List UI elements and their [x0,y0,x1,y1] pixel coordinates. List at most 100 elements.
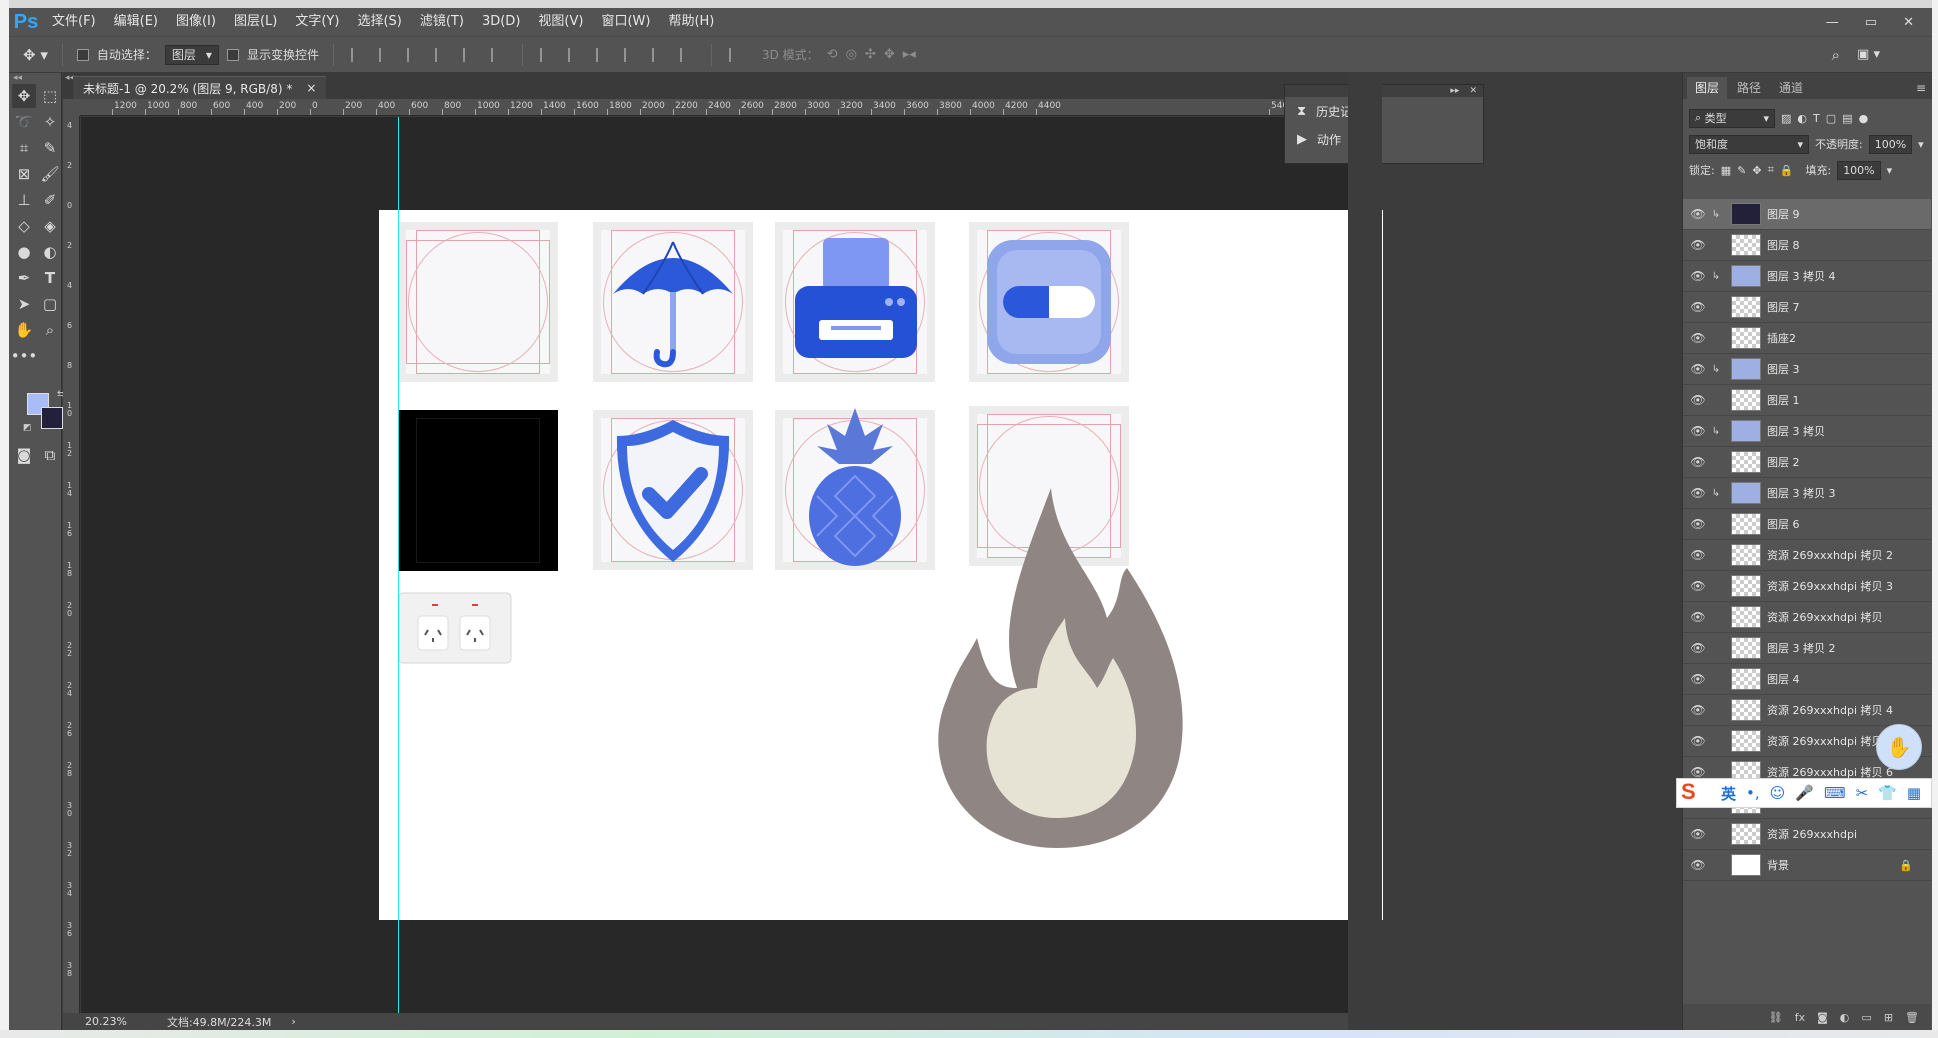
menu-item[interactable]: 帮助(H) [659,8,723,36]
layer-thumbnail[interactable] [1731,358,1761,380]
layer-name[interactable]: 背景 [1767,857,1789,873]
layer-name[interactable]: 图层 3 拷贝 4 [1767,268,1836,284]
layer-name[interactable]: 图层 1 [1767,392,1800,408]
eye-icon[interactable]: 👁 [1687,858,1709,872]
layer-name[interactable]: 资源 269xxxhdpi 拷贝 3 [1767,578,1893,594]
auto-select-checkbox[interactable] [76,48,89,61]
blend-mode-dropdown[interactable]: 饱和度 ▾ [1689,134,1809,154]
filter-smart-icon[interactable]: ▤ [1842,112,1852,125]
quick-mask-icon[interactable]: ◙ [12,443,36,467]
layer-thumbnail[interactable] [1731,699,1761,721]
move-tool-icon[interactable]: ✥ ▾ [23,46,48,64]
eye-icon[interactable]: 👁 [1687,424,1709,438]
status-menu-arrow[interactable]: › [291,1015,295,1028]
layer-row[interactable]: 👁 资源 269xxxhdpi 拷贝 [1683,602,1931,633]
layer-thumbnail[interactable] [1731,513,1761,535]
distribute-hcenter-icon[interactable] [651,47,666,62]
black-layer-tile[interactable] [398,410,558,571]
eye-icon[interactable]: 👁 [1687,827,1709,841]
document-tab[interactable]: 未标题-1 @ 20.2% (图层 9, RGB/8) * × [73,76,327,99]
distribute-left-icon[interactable] [623,47,638,62]
layer-name[interactable]: 图层 3 拷贝 [1767,423,1825,439]
lock-all-icon[interactable]: 🔒 [1780,164,1794,177]
marquee-tool-icon[interactable]: ⬚ [38,84,62,108]
layer-row[interactable]: 👁 资源 269xxxhdpi 拷贝 2 [1683,540,1931,571]
lock-paint-icon[interactable]: ✎ [1737,164,1746,177]
layer-thumbnail[interactable] [1731,668,1761,690]
layer-name[interactable]: 资源 269xxxhdpi 拷贝 4 [1767,702,1893,718]
layer-name[interactable]: 图层 8 [1767,237,1800,253]
layer-row[interactable]: 👁 背景 🔒 [1683,850,1931,881]
assistant-float-button[interactable]: ✋ [1876,724,1922,770]
opacity-input[interactable]: 100% [1868,134,1913,154]
restore-button[interactable]: ▭ [1865,15,1877,30]
layer-name[interactable]: 图层 2 [1767,454,1800,470]
eye-icon[interactable]: 👁 [1687,300,1709,314]
fx-icon[interactable]: fx [1795,1011,1805,1024]
3d-slide-icon[interactable]: ✥ [884,47,895,62]
align-top-icon[interactable] [350,47,365,62]
lock-artboard-icon[interactable]: ⌗ [1768,163,1774,177]
distribute-vcenter-icon[interactable] [567,47,582,62]
icon-tile-pineapple[interactable] [775,408,935,570]
zoom-tool-icon[interactable]: ⌕ [38,318,62,342]
eye-icon[interactable]: 👁 [1687,517,1709,531]
fire-image[interactable] [927,488,1187,852]
more-tools-icon[interactable]: ••• [11,344,38,368]
screen-mode-icon[interactable]: ⧉ [38,443,62,467]
stamp-tool-icon[interactable]: ⊥ [12,188,36,212]
filter-toggle-icon[interactable]: ● [1859,112,1869,125]
layer-row[interactable]: 👁 图层 3 拷贝 2 [1683,633,1931,664]
eye-icon[interactable]: 👁 [1687,238,1709,252]
ime-language[interactable]: 英 [1721,783,1736,804]
auto-align-icon[interactable] [728,47,743,62]
type-tool-icon[interactable]: T [38,266,62,290]
eye-icon[interactable]: 👁 [1687,548,1709,562]
chevron-down-icon[interactable]: ▾ [1887,164,1893,177]
icon-tile-shield[interactable] [593,410,753,570]
tab-layers[interactable]: 图层 [1687,77,1728,99]
close-tab-icon[interactable]: × [306,81,316,95]
new-layer-icon[interactable]: ⊞ [1884,1011,1893,1024]
hand-tool-icon[interactable]: ✋ [12,318,36,342]
vertical-ruler[interactable]: 4 2 0 2 4 6 8 1 0 1 2 1 4 1 6 1 8 2 0 2 2 2 4 2 6 2 8 3 0… [63,116,80,1021]
layer-name[interactable]: 图层 3 [1767,361,1800,377]
align-hcenter-icon[interactable] [462,47,477,62]
3d-orbit-icon[interactable]: ⟲ [827,47,838,62]
path-select-tool-icon[interactable]: ➤ [12,292,36,316]
eye-icon[interactable]: 👁 [1687,765,1709,779]
icon-tile-printer[interactable] [775,222,935,382]
eye-icon[interactable]: 👁 [1687,393,1709,407]
layer-row[interactable]: 👁 资源 269xxxhdpi 拷贝 4 [1683,695,1931,726]
power-socket-image[interactable] [398,592,512,664]
align-bottom-icon[interactable] [406,47,421,62]
lock-position-icon[interactable]: ✥ [1752,164,1761,177]
expand-panel-icon[interactable]: ▸▸ [1450,85,1459,97]
show-transform-checkbox[interactable] [226,48,239,61]
eye-icon[interactable]: 👁 [1687,486,1709,500]
3d-scale-icon[interactable]: ▸◂ [903,47,916,62]
layer-row[interactable]: 👁 ↳ 图层 3 拷贝 3 [1683,478,1931,509]
layer-row[interactable]: 👁 资源 269xxxhdpi [1683,819,1931,850]
layer-thumbnail[interactable] [1731,203,1761,225]
layer-row[interactable]: 👁 ↳ 图层 3 [1683,354,1931,385]
layer-name[interactable]: 图层 3 拷贝 3 [1767,485,1836,501]
search-icon[interactable]: ⌕ [1832,46,1840,64]
layer-thumbnail[interactable] [1731,420,1761,442]
menu-item[interactable]: 文字(Y) [286,8,348,36]
adjustment-icon[interactable]: ◐ [1840,1011,1850,1024]
frame-tool-icon[interactable]: ⊠ [12,162,36,186]
eye-icon[interactable]: 👁 [1687,269,1709,283]
layer-row[interactable]: 👁 ↳ 图层 3 拷贝 [1683,416,1931,447]
layer-thumbnail[interactable] [1731,296,1761,318]
layer-thumbnail[interactable] [1731,730,1761,752]
layer-name[interactable]: 图层 4 [1767,671,1800,687]
eye-icon[interactable]: 👁 [1687,331,1709,345]
menu-item[interactable]: 视图(V) [529,8,592,36]
eye-icon[interactable]: 👁 [1687,610,1709,624]
eye-icon[interactable]: 👁 [1687,455,1709,469]
layer-name[interactable]: 资源 269xxxhdpi 拷贝 [1767,733,1883,749]
layer-thumbnail[interactable] [1731,544,1761,566]
icon-tile-empty[interactable] [398,222,558,382]
layer-name[interactable]: 插座2 [1767,330,1796,346]
